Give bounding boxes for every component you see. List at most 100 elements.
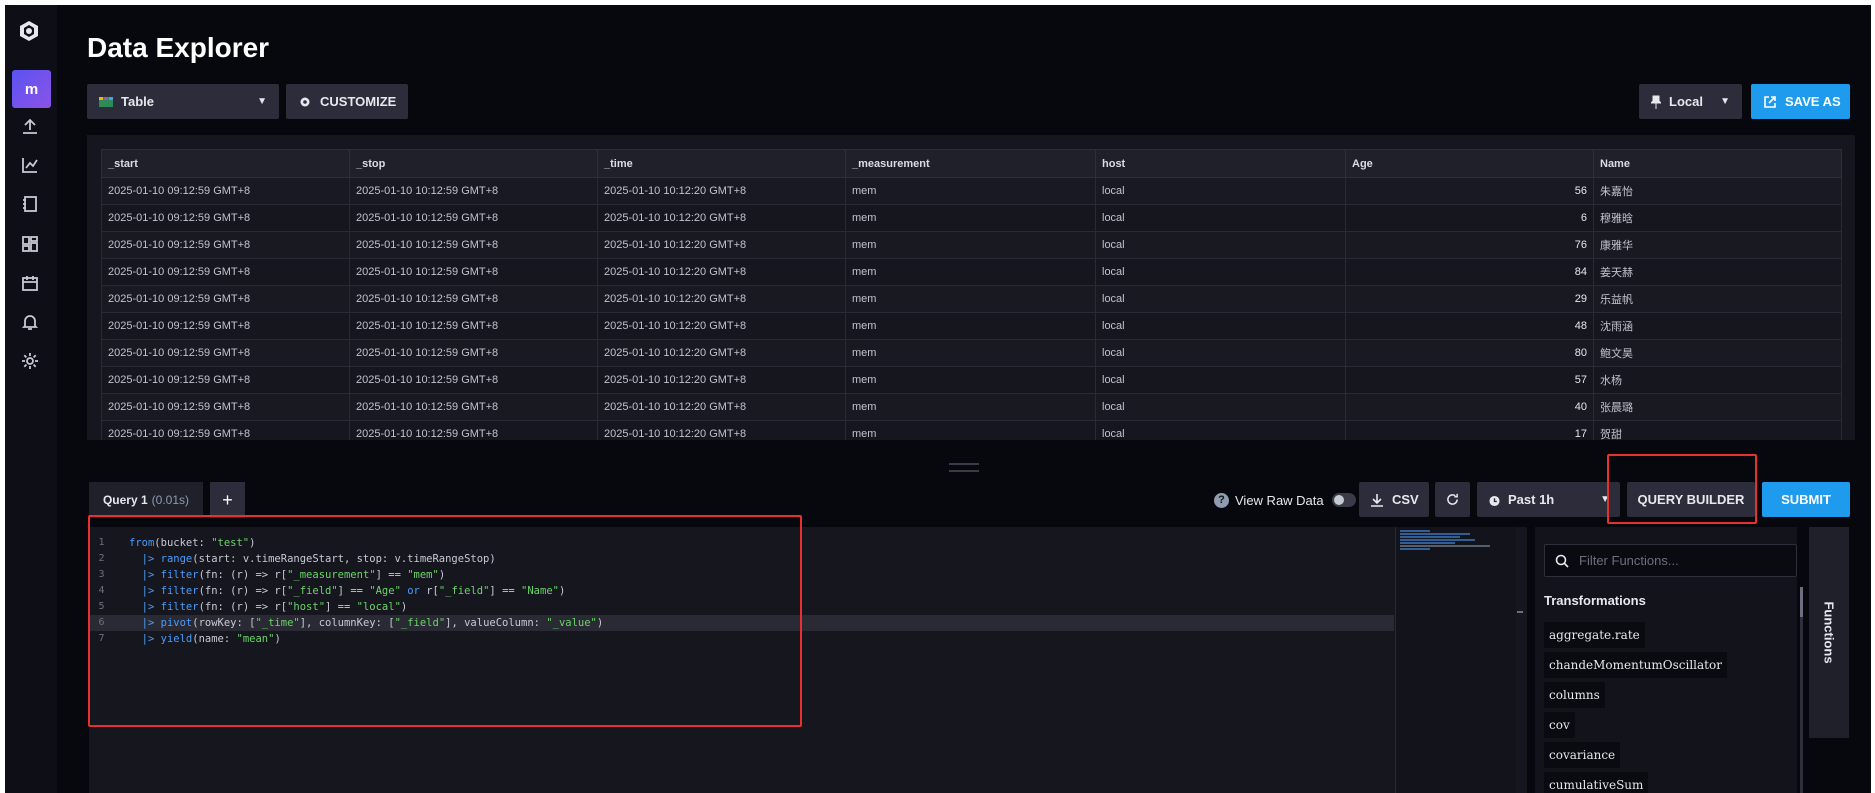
submit-button[interactable]: SUBMIT [1762, 482, 1850, 517]
filter-functions-input[interactable]: Filter Functions... [1544, 544, 1797, 577]
table-cell: 17 [1345, 420, 1594, 440]
view-raw-data-label: View Raw Data [1235, 492, 1324, 508]
table-cell: 2025-01-10 10:12:59 GMT+8 [349, 366, 598, 394]
functions-side-tab-label: Functions [1821, 601, 1837, 664]
table-cell: 2025-01-10 10:12:59 GMT+8 [349, 339, 598, 367]
column-header[interactable]: _stop [349, 149, 598, 178]
table-cell: mem [845, 312, 1096, 340]
table-cell: 2025-01-10 09:12:59 GMT+8 [101, 231, 350, 259]
table-cell: 2025-01-10 10:12:59 GMT+8 [349, 258, 598, 286]
editor-highlight [88, 515, 802, 727]
table-cell: local [1095, 339, 1346, 367]
view-raw-data-toggle[interactable]: ? View Raw Data [1214, 490, 1356, 510]
save-as-button[interactable]: SAVE AS [1751, 84, 1850, 119]
table-row: 2025-01-10 09:12:59 GMT+8 2025-01-10 10:1… [101, 285, 1842, 313]
table-cell: mem [845, 366, 1096, 394]
table-cell: 2025-01-10 10:12:59 GMT+8 [349, 312, 598, 340]
column-header[interactable]: _time [597, 149, 846, 178]
app-window: m Data Explorer Table ▼ CUSTOMIZE Local … [5, 5, 1871, 793]
table-row: 2025-01-10 09:12:59 GMT+8 2025-01-10 10:1… [101, 258, 1842, 286]
table-cell: 2025-01-10 10:12:59 GMT+8 [349, 420, 598, 440]
toggle-switch[interactable] [1331, 493, 1356, 507]
functions-panel: Filter Functions... Transformations aggr… [1535, 527, 1803, 793]
table-cell: local [1095, 420, 1346, 440]
table-row: 2025-01-10 09:12:59 GMT+8 2025-01-10 10:1… [101, 312, 1842, 340]
table-cell: 2025-01-10 09:12:59 GMT+8 [101, 393, 350, 421]
table-cell: 29 [1345, 285, 1594, 313]
pin-icon [1651, 95, 1661, 109]
table-cell: 6 [1345, 204, 1594, 232]
clock-icon [1489, 494, 1500, 507]
add-query-button[interactable]: + [210, 482, 245, 518]
bell-icon[interactable] [20, 312, 40, 332]
query-tab-label: Query 1 [102, 493, 148, 507]
table-cell: mem [845, 231, 1096, 259]
column-header[interactable]: Age [1345, 149, 1594, 178]
notebook-icon[interactable] [20, 194, 40, 214]
table-cell: local [1095, 285, 1346, 313]
user-avatar[interactable]: m [12, 70, 51, 108]
table-row: 2025-01-10 09:12:59 GMT+8 2025-01-10 10:1… [101, 339, 1842, 367]
table-cell: 2025-01-10 09:12:59 GMT+8 [101, 204, 350, 232]
customize-button[interactable]: CUSTOMIZE [286, 84, 408, 119]
column-header[interactable]: _measurement [845, 149, 1096, 178]
gear-icon[interactable] [20, 351, 40, 371]
table-cell: 2025-01-10 10:12:59 GMT+8 [349, 393, 598, 421]
table-cell: 2025-01-10 09:12:59 GMT+8 [101, 312, 350, 340]
upload-icon[interactable] [20, 116, 40, 136]
filter-functions-placeholder: Filter Functions... [1579, 553, 1679, 568]
function-item[interactable]: cumulativeSum [1544, 772, 1649, 793]
dashboard-icon[interactable] [20, 234, 40, 254]
results-table: _start _stop _time _measurement host Age… [101, 149, 1842, 440]
table-row: 2025-01-10 09:12:59 GMT+8 2025-01-10 10:1… [101, 231, 1842, 259]
table-cell: 2025-01-10 10:12:20 GMT+8 [597, 393, 846, 421]
table-cell: 2025-01-10 10:12:20 GMT+8 [597, 285, 846, 313]
function-item[interactable]: columns [1544, 682, 1605, 708]
table-cell: local [1095, 258, 1346, 286]
table-row: 2025-01-10 09:12:59 GMT+8 2025-01-10 10:1… [101, 366, 1842, 394]
table-cell: 2025-01-10 10:12:20 GMT+8 [597, 204, 846, 232]
table-cell: local [1095, 177, 1346, 205]
timezone-label: Local [1669, 94, 1703, 109]
table-cell: 2025-01-10 10:12:20 GMT+8 [597, 366, 846, 394]
column-header[interactable]: Name [1593, 149, 1842, 178]
table-cell: 2025-01-10 10:12:20 GMT+8 [597, 177, 846, 205]
table-cell: 48 [1345, 312, 1594, 340]
results-panel: _start _stop _time _measurement host Age… [87, 135, 1855, 440]
editor-minimap[interactable] [1395, 527, 1516, 793]
function-item[interactable]: cov [1544, 712, 1575, 738]
time-range-dropdown[interactable]: Past 1h ▼ [1477, 482, 1620, 517]
calendar-icon[interactable] [20, 273, 40, 293]
column-header[interactable]: host [1095, 149, 1346, 178]
table-row: 2025-01-10 09:12:59 GMT+8 2025-01-10 10:1… [101, 177, 1842, 205]
table-cell: local [1095, 393, 1346, 421]
functions-scrollbar[interactable] [1800, 587, 1803, 793]
external-link-icon [1763, 95, 1777, 109]
csv-label: CSV [1392, 492, 1419, 507]
timezone-dropdown[interactable]: Local ▼ [1639, 84, 1742, 119]
search-icon [1555, 554, 1569, 568]
function-item[interactable]: chandeMomentumOscillator [1544, 652, 1727, 678]
table-cell: local [1095, 231, 1346, 259]
function-item[interactable]: covariance [1544, 742, 1621, 768]
graph-icon[interactable] [20, 155, 40, 175]
chevron-down-icon: ▼ [1720, 96, 1730, 107]
function-item[interactable]: aggregate.rate [1544, 622, 1645, 648]
table-cell: 2025-01-10 10:12:20 GMT+8 [597, 420, 846, 440]
table-cell: 2025-01-10 09:12:59 GMT+8 [101, 339, 350, 367]
logo-icon[interactable] [17, 19, 41, 43]
query-tab[interactable]: Query 1 (0.01s) [89, 482, 203, 518]
panel-resize-handle[interactable] [949, 463, 979, 472]
column-header[interactable]: _start [101, 149, 350, 178]
functions-list: aggregate.rate chandeMomentumOscillator co… [1544, 622, 1794, 793]
table-cell: 鲍文昊 [1593, 339, 1842, 367]
refresh-button[interactable] [1435, 482, 1470, 517]
view-type-dropdown[interactable]: Table ▼ [87, 84, 279, 119]
table-cell: 2025-01-10 09:12:59 GMT+8 [101, 420, 350, 440]
csv-button[interactable]: CSV [1359, 482, 1429, 517]
table-row: 2025-01-10 09:12:59 GMT+8 2025-01-10 10:1… [101, 420, 1842, 440]
functions-side-tab[interactable]: Functions [1809, 527, 1849, 738]
table-cell: mem [845, 339, 1096, 367]
query-builder-highlight [1607, 454, 1757, 524]
table-cell: mem [845, 285, 1096, 313]
